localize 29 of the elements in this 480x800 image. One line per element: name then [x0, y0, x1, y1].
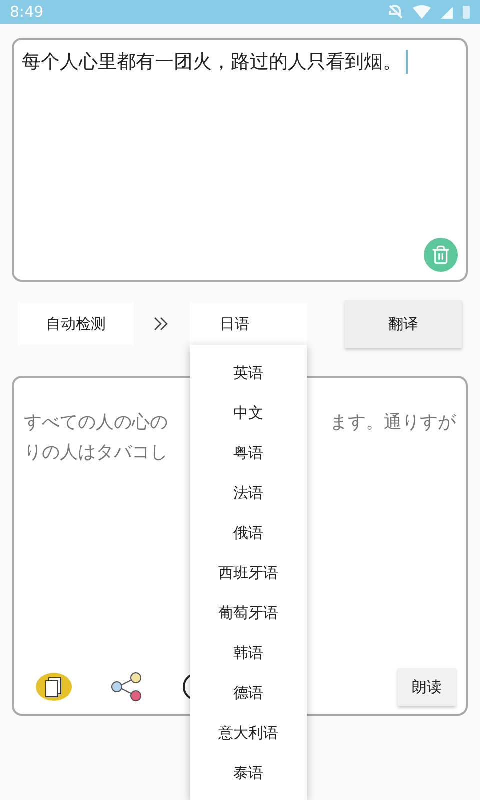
language-option[interactable]: 韩语	[190, 633, 307, 673]
translate-button[interactable]: 翻译	[345, 300, 462, 348]
battery-icon	[463, 6, 470, 18]
language-option[interactable]: 俄语	[190, 513, 307, 553]
double-chevron-icon	[154, 317, 170, 331]
language-option[interactable]: 葡萄牙语	[190, 593, 307, 633]
result-text: すべての人の心の	[24, 411, 168, 435]
result-text: ます。通りすが	[330, 411, 456, 435]
signal-icon	[441, 6, 453, 18]
language-option[interactable]: 德语	[190, 673, 307, 713]
source-text-field[interactable]: 每个人心里都有一团火，路过的人只看到烟。	[12, 38, 468, 282]
language-option[interactable]: 英语	[190, 353, 307, 393]
source-text: 每个人心里都有一团火，路过的人只看到烟。	[22, 48, 458, 76]
status-time: 8:49	[10, 2, 44, 23]
language-option[interactable]: 西班牙语	[190, 553, 307, 593]
copy-icon[interactable]	[36, 672, 72, 702]
language-option[interactable]: 泰语	[190, 753, 307, 793]
language-option[interactable]: 意大利语	[190, 713, 307, 753]
language-option[interactable]: 中文	[190, 393, 307, 433]
muted-bell-icon	[389, 5, 403, 19]
read-aloud-button[interactable]: 朗读	[398, 668, 456, 706]
trash-icon	[431, 245, 451, 265]
result-text: りの人はタバコし	[24, 441, 168, 465]
language-option[interactable]: 粤语	[190, 433, 307, 473]
wifi-icon	[413, 5, 431, 19]
language-option[interactable]: 法语	[190, 473, 307, 513]
target-language-button[interactable]: 日语	[190, 303, 307, 345]
share-icon[interactable]	[110, 672, 144, 702]
source-language-button[interactable]: 自动检测	[18, 303, 134, 345]
